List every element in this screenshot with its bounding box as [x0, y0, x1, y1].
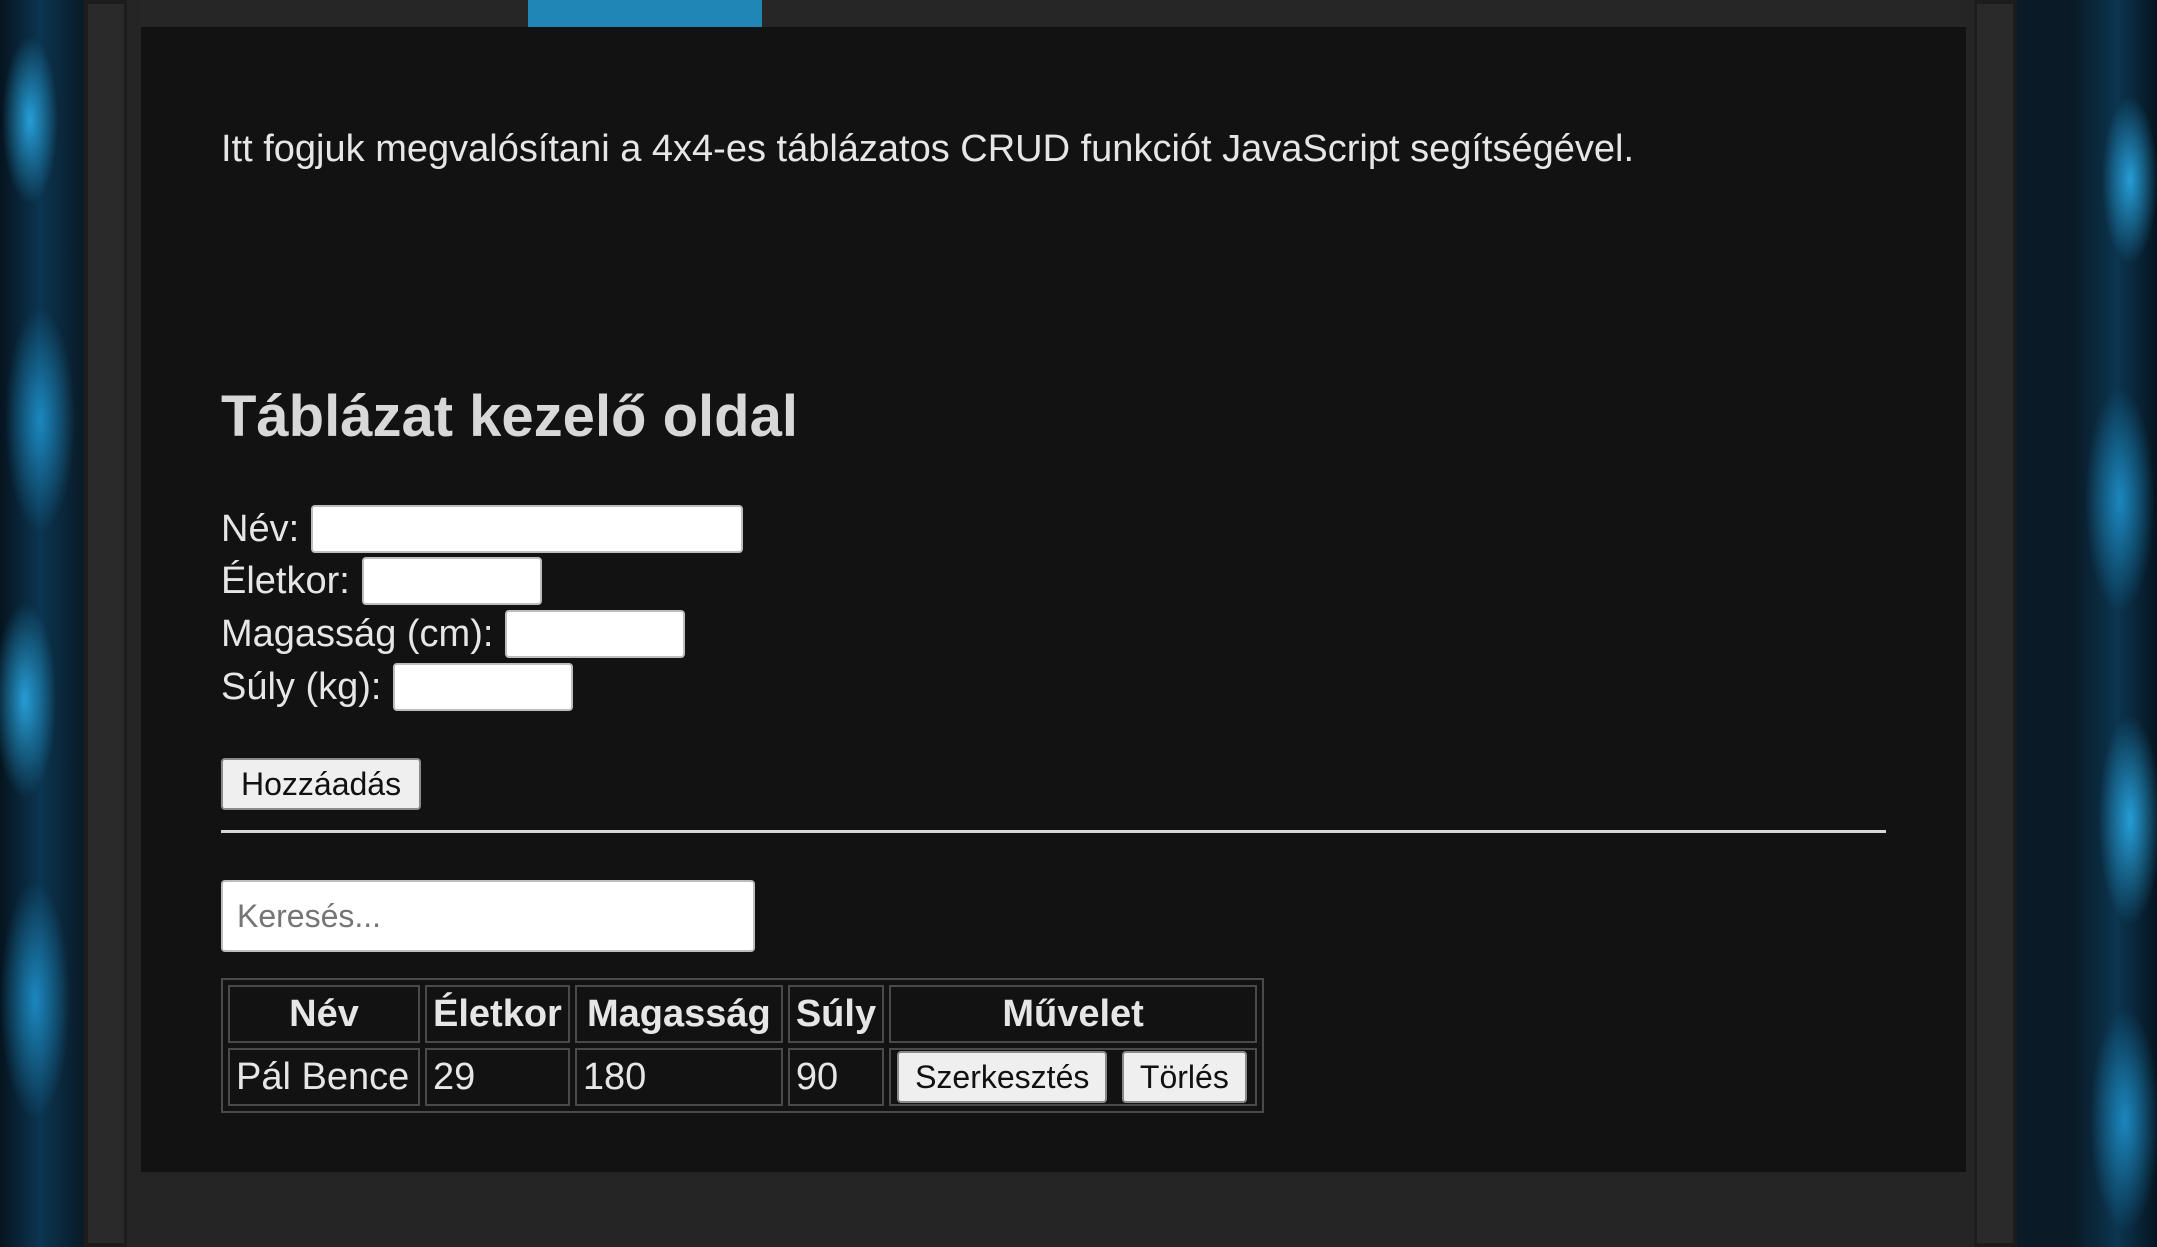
weight-input[interactable]	[393, 663, 574, 711]
search-input[interactable]	[221, 880, 755, 952]
top-nav-bar	[140, 0, 1961, 27]
column-header-action: Művelet	[889, 985, 1258, 1043]
height-label: Magasság (cm):	[221, 612, 494, 655]
add-button[interactable]: Hozzáadás	[221, 758, 422, 810]
age-input[interactable]	[361, 557, 542, 605]
cell-weight: 90	[787, 1048, 885, 1106]
age-row: Életkor:	[221, 555, 542, 607]
cell-height: 180	[574, 1048, 783, 1106]
height-input[interactable]	[505, 610, 686, 658]
table-row: Pál Bence 29 180 90 Szerkesztés Törlés	[228, 1048, 1258, 1106]
column-header-name: Név	[228, 985, 420, 1043]
height-row: Magasság (cm):	[221, 608, 686, 660]
table-header-row: Név Életkor Magasság Súly Művelet	[228, 985, 1258, 1043]
weight-row: Súly (kg):	[221, 661, 574, 713]
main-content: Itt fogjuk megvalósítani a 4x4-es tábláz…	[141, 27, 1966, 1172]
page-title: Táblázat kezelő oldal	[221, 384, 798, 449]
delete-button[interactable]: Törlés	[1121, 1051, 1247, 1103]
intro-text: Itt fogjuk megvalósítani a 4x4-es tábláz…	[221, 128, 1635, 170]
edit-button[interactable]: Szerkesztés	[897, 1051, 1108, 1103]
people-table: Név Életkor Magasság Súly Művelet Pál Be…	[221, 978, 1265, 1113]
column-header-age: Életkor	[425, 985, 570, 1043]
column-header-height: Magasság	[574, 985, 783, 1043]
cell-name: Pál Bence	[228, 1048, 420, 1106]
column-header-weight: Súly	[787, 985, 885, 1043]
name-row: Név:	[221, 503, 744, 555]
cell-actions: Szerkesztés Törlés	[889, 1048, 1258, 1106]
name-label: Név:	[221, 507, 300, 550]
name-input[interactable]	[311, 505, 744, 553]
cell-age: 29	[425, 1048, 570, 1106]
weight-label: Súly (kg):	[221, 665, 382, 708]
age-label: Életkor:	[221, 559, 350, 602]
section-divider	[221, 830, 1886, 833]
nav-active-tab[interactable]	[528, 0, 762, 27]
